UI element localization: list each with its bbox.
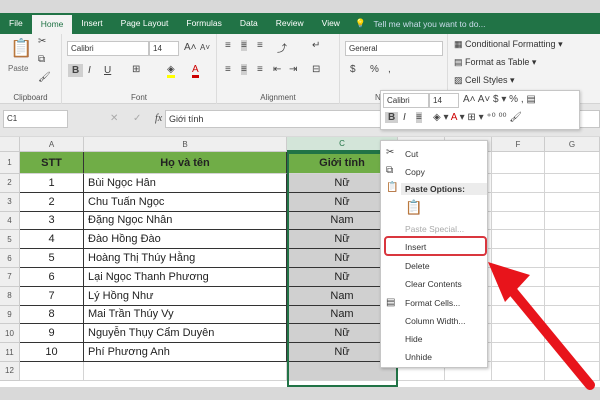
red-arrow-icon <box>488 262 595 390</box>
